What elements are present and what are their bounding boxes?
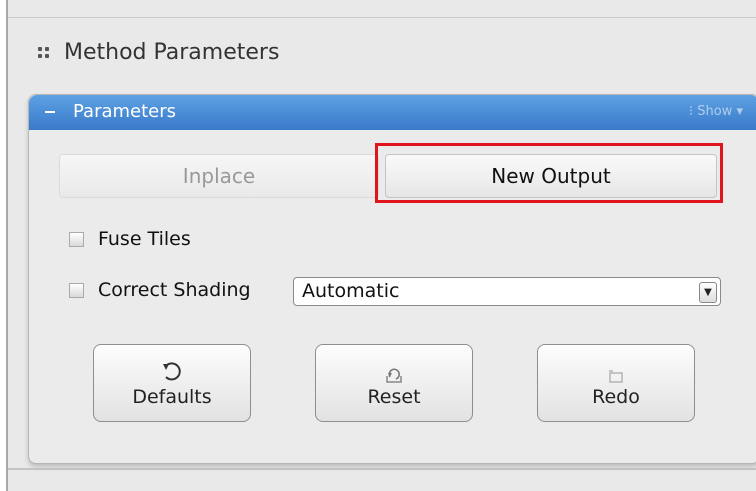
method-parameters-area: Method Parameters Parameters ⁝ Show ▾ In… — [6, 0, 756, 491]
defaults-button[interactable]: Defaults — [93, 344, 251, 422]
redo-label: Redo — [592, 386, 640, 408]
section-title: Method Parameters — [64, 40, 280, 65]
highlight-box — [375, 143, 723, 203]
shading-mode-select[interactable]: Automatic ▼ — [293, 277, 721, 306]
panel-header[interactable]: Parameters ⁝ Show ▾ — [29, 95, 756, 130]
inplace-button[interactable]: Inplace — [59, 154, 379, 198]
parameters-panel: Parameters ⁝ Show ▾ Inplace New Output F… — [28, 94, 756, 464]
fuse-tiles-row[interactable]: Fuse Tiles — [69, 228, 191, 250]
panel-title: Parameters — [73, 101, 177, 122]
section-header[interactable]: Method Parameters — [38, 40, 279, 65]
divider-bottom — [8, 468, 756, 470]
shading-mode-value: Automatic — [302, 280, 400, 302]
reset-icon — [384, 358, 404, 384]
reset-label: Reset — [367, 386, 421, 408]
grip-icon — [38, 46, 50, 59]
show-toggle[interactable]: ⁝ Show ▾ — [689, 104, 743, 119]
redo-icon — [607, 358, 625, 384]
defaults-label: Defaults — [132, 386, 212, 408]
undo-arrow-icon — [160, 358, 184, 384]
minus-icon[interactable] — [45, 111, 55, 113]
reset-button[interactable]: Reset — [315, 344, 473, 422]
chevron-down-icon[interactable]: ▼ — [699, 282, 717, 303]
divider-top — [8, 17, 756, 18]
fuse-tiles-checkbox[interactable] — [69, 231, 84, 247]
show-label: Show — [697, 104, 733, 119]
correct-shading-checkbox[interactable] — [69, 282, 84, 298]
fuse-tiles-label: Fuse Tiles — [98, 228, 191, 250]
redo-button[interactable]: Redo — [537, 344, 695, 422]
correct-shading-label: Correct Shading — [98, 279, 251, 301]
correct-shading-row[interactable]: Correct Shading — [69, 279, 251, 301]
